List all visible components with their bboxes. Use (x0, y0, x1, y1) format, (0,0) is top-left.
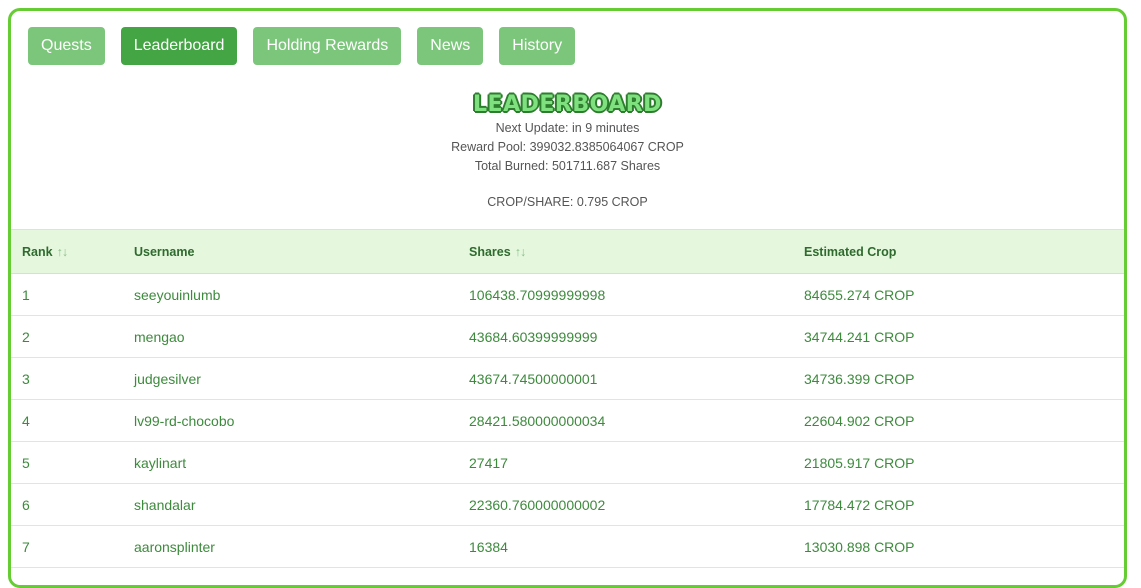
crop-cell: 13030.898 CROP (804, 525, 1124, 568)
table-row: 3 judgesilver 43674.74500000001 34736.39… (11, 357, 1124, 400)
username-cell: judgesilver (134, 357, 469, 400)
tab-bar: Quests Leaderboard Holding Rewards News … (28, 27, 576, 65)
crop-cell: 34736.399 CROP (804, 357, 1124, 400)
leaderboard-panel: Quests Leaderboard Holding Rewards News … (8, 8, 1127, 588)
shares-cell: 16384 (469, 525, 804, 568)
shares-cell: 28421.580000000034 (469, 399, 804, 442)
rank-cell: 2 (11, 315, 134, 358)
username-cell: mengao (134, 315, 469, 358)
username-cell: kaylinart (134, 441, 469, 484)
column-label: Rank (22, 244, 53, 259)
column-header-shares[interactable]: Shares ↑↓ (469, 229, 804, 274)
shares-cell: 106438.70999999998 (469, 273, 804, 316)
tab-quests[interactable]: Quests (28, 27, 105, 65)
column-header-username: Username (134, 229, 469, 274)
rank-cell: 7 (11, 525, 134, 568)
column-label: Shares (469, 244, 511, 259)
crop-per-share-text: CROP/SHARE: 0.795 CROP (487, 195, 648, 209)
username-cell: lv99-rd-chocobo (134, 399, 469, 442)
rank-cell: 6 (11, 483, 134, 526)
column-label: Estimated Crop (804, 244, 897, 259)
shares-cell: 27417 (469, 441, 804, 484)
leaderboard-table: Rank ↑↓ Username Shares ↑↓ Estimated Crop … (11, 229, 1124, 568)
crop-cell: 17784.472 CROP (804, 483, 1124, 526)
username-cell: aaronsplinter (134, 525, 469, 568)
username-cell: shandalar (134, 483, 469, 526)
tab-leaderboard[interactable]: Leaderboard (120, 27, 238, 65)
shares-cell: 43674.74500000001 (469, 357, 804, 400)
page-title: LEADERBOARD (473, 92, 662, 117)
rank-cell: 3 (11, 357, 134, 400)
crop-cell: 34744.241 CROP (804, 315, 1124, 358)
table-row: 4 lv99-rd-chocobo 28421.580000000034 226… (11, 399, 1124, 442)
rank-cell: 4 (11, 399, 134, 442)
table-row: 1 seeyouinlumb 106438.70999999998 84655.… (11, 273, 1124, 316)
table-row: 6 shandalar 22360.760000000002 17784.472… (11, 483, 1124, 526)
table-row: 5 kaylinart 27417 21805.917 CROP (11, 441, 1124, 484)
tab-news[interactable]: News (417, 27, 484, 65)
table-row: 7 aaronsplinter 16384 13030.898 CROP (11, 525, 1124, 568)
table-row: 2 mengao 43684.60399999999 34744.241 CRO… (11, 315, 1124, 358)
shares-cell: 22360.760000000002 (469, 483, 804, 526)
sort-icon[interactable]: ↑↓ (515, 245, 526, 259)
reward-pool-text: Reward Pool: 399032.8385064067 CROP (451, 140, 684, 154)
table-header-row: Rank ↑↓ Username Shares ↑↓ Estimated Crop (11, 229, 1124, 274)
column-header-rank[interactable]: Rank ↑↓ (11, 229, 134, 274)
next-update-text: Next Update: in 9 minutes (495, 121, 640, 135)
tab-history[interactable]: History (499, 27, 576, 65)
column-label: Username (134, 244, 195, 259)
leaderboard-header: LEADERBOARD Next Update: in 9 minutes Re… (11, 91, 1124, 212)
crop-cell: 21805.917 CROP (804, 441, 1124, 484)
rank-cell: 5 (11, 441, 134, 484)
shares-cell: 43684.60399999999 (469, 315, 804, 358)
username-cell: seeyouinlumb (134, 273, 469, 316)
rank-cell: 1 (11, 273, 134, 316)
crop-cell: 22604.902 CROP (804, 399, 1124, 442)
column-header-estimated-crop: Estimated Crop (804, 229, 1124, 274)
total-burned-text: Total Burned: 501711.687 Shares (474, 159, 661, 173)
tab-holding-rewards[interactable]: Holding Rewards (253, 27, 402, 65)
crop-cell: 84655.274 CROP (804, 273, 1124, 316)
sort-icon[interactable]: ↑↓ (57, 245, 68, 259)
